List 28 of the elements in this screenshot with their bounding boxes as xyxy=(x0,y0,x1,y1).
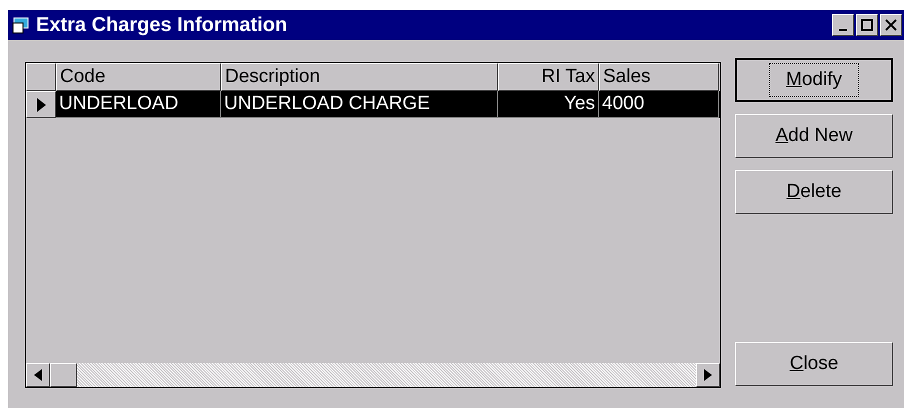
minimize-icon xyxy=(839,29,847,31)
column-header[interactable]: RI Tax xyxy=(498,63,599,91)
maximize-icon xyxy=(861,19,873,31)
scroll-right-button[interactable] xyxy=(696,363,720,387)
maximize-button[interactable] xyxy=(856,14,878,36)
current-row-icon xyxy=(36,98,46,112)
scroll-thumb[interactable] xyxy=(50,363,77,387)
table-cell: UNDERLOAD xyxy=(56,91,221,118)
command-button[interactable]: Close xyxy=(735,342,893,386)
horizontal-scrollbar[interactable] xyxy=(26,363,720,387)
table-cell: Yes xyxy=(498,91,599,118)
minimize-button[interactable] xyxy=(832,14,854,36)
column-header[interactable]: Sales xyxy=(599,63,719,91)
command-button[interactable]: Delete xyxy=(735,170,893,214)
column-header[interactable]: Code xyxy=(56,63,221,91)
command-button[interactable]: Modify xyxy=(735,58,893,102)
table-cell: 4000 xyxy=(599,91,719,118)
command-button[interactable]: Add New xyxy=(735,114,893,158)
row-indicator[interactable] xyxy=(26,91,56,118)
scroll-left-button[interactable] xyxy=(26,363,50,387)
close-icon xyxy=(885,19,897,31)
close-button[interactable] xyxy=(880,14,902,36)
column-header[interactable]: Description xyxy=(221,63,498,91)
table-row[interactable]: UNDERLOAD UNDERLOAD CHARGE Yes 4000 xyxy=(26,91,720,118)
left-triangle-icon xyxy=(34,369,42,381)
window-title: Extra Charges Information xyxy=(36,13,288,38)
table-cell: UNDERLOAD CHARGE xyxy=(221,91,498,118)
right-triangle-icon xyxy=(704,369,712,381)
